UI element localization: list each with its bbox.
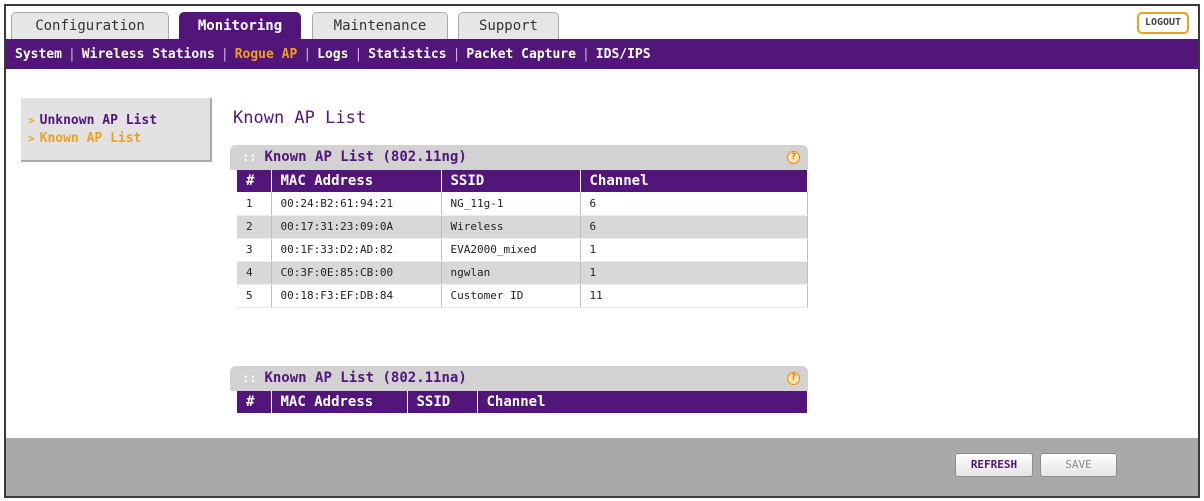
cell-index: 2 <box>237 215 272 239</box>
logout-button[interactable]: LOGOUT <box>1137 12 1189 34</box>
cell-mac: 00:24:B2:61:94:21 <box>271 192 442 216</box>
subnav-separator: | <box>452 46 461 62</box>
sub-nav-bar: System | Wireless Stations | Rogue AP | … <box>6 39 1198 69</box>
column-header-ssid: SSID <box>441 170 581 192</box>
app-frame: Configuration Monitoring Maintenance Sup… <box>4 4 1200 498</box>
subnav-wireless-stations[interactable]: Wireless Stations <box>82 47 215 62</box>
column-header-mac: MAC Address <box>271 391 408 413</box>
left-menu-unknown-ap-list[interactable]: > Unknown AP List <box>21 112 210 130</box>
chevron-right-icon: > <box>28 114 35 127</box>
refresh-button[interactable]: REFRESH <box>955 453 1033 477</box>
table-row[interactable]: 1 00:24:B2:61:94:21 NG_11g-1 6 <box>237 192 808 216</box>
cell-ssid: EVA2000_mixed <box>441 238 581 262</box>
column-header-index: # <box>237 170 272 192</box>
known-ap-table-ng: # MAC Address SSID Channel 1 00:24:B2:61… <box>237 170 808 308</box>
section-header-ng: :: Known AP List (802.11ng) ? <box>230 145 808 170</box>
subnav-logs[interactable]: Logs <box>317 47 348 62</box>
help-icon[interactable]: ? <box>787 372 800 385</box>
chevron-right-icon: > <box>28 132 35 145</box>
cell-index: 1 <box>237 192 272 216</box>
subnav-system[interactable]: System <box>15 47 62 62</box>
section-title-na: Known AP List (802.11na) <box>264 370 467 386</box>
table-header-row: # MAC Address SSID Channel <box>237 391 808 413</box>
cell-index: 5 <box>237 284 272 308</box>
left-menu-label: Known AP List <box>39 131 142 146</box>
help-icon[interactable]: ? <box>787 151 800 164</box>
left-menu: > Unknown AP List > Known AP List <box>21 98 212 162</box>
cell-channel: 11 <box>580 284 808 308</box>
cell-index: 4 <box>237 261 272 285</box>
cell-ssid: Customer ID <box>441 284 581 308</box>
section-title-ng: Known AP List (802.11ng) <box>264 149 467 165</box>
subnav-separator: | <box>220 46 229 62</box>
section-header-na: :: Known AP List (802.11na) ? <box>230 366 808 391</box>
subnav-separator: | <box>303 46 312 62</box>
column-header-channel: Channel <box>477 391 808 413</box>
subnav-packet-capture[interactable]: Packet Capture <box>466 47 576 62</box>
left-menu-known-ap-list[interactable]: > Known AP List <box>21 130 210 148</box>
table-header-row: # MAC Address SSID Channel <box>237 170 808 192</box>
tab-configuration[interactable]: Configuration <box>11 12 169 39</box>
drag-grip-icon: :: <box>242 150 257 164</box>
column-header-index: # <box>237 391 272 413</box>
subnav-rogue-ap[interactable]: Rogue AP <box>235 47 298 62</box>
subnav-separator: | <box>67 46 76 62</box>
column-header-mac: MAC Address <box>271 170 442 192</box>
column-header-ssid: SSID <box>407 391 478 413</box>
section-known-ap-na: :: Known AP List (802.11na) ? # MAC Addre… <box>230 366 808 413</box>
tab-support[interactable]: Support <box>458 12 559 39</box>
cell-mac: 00:18:F3:EF:DB:84 <box>271 284 442 308</box>
table-row[interactable]: 3 00:1F:33:D2:AD:82 EVA2000_mixed 1 <box>237 238 808 262</box>
tab-maintenance[interactable]: Maintenance <box>312 12 448 39</box>
table-row[interactable]: 5 00:18:F3:EF:DB:84 Customer ID 11 <box>237 284 808 308</box>
cell-channel: 6 <box>580 192 808 216</box>
save-button[interactable]: SAVE <box>1040 453 1117 477</box>
cell-index: 3 <box>237 238 272 262</box>
column-header-channel: Channel <box>580 170 808 192</box>
subnav-separator: | <box>581 46 590 62</box>
cell-channel: 1 <box>580 261 808 285</box>
top-tab-bar: Configuration Monitoring Maintenance Sup… <box>6 6 1198 39</box>
cell-ssid: Wireless <box>441 215 581 239</box>
cell-ssid: ngwlan <box>441 261 581 285</box>
known-ap-table-na: # MAC Address SSID Channel <box>237 391 808 413</box>
section-known-ap-ng: :: Known AP List (802.11ng) ? # MAC Addre… <box>230 145 808 308</box>
subnav-statistics[interactable]: Statistics <box>368 47 446 62</box>
drag-grip-icon: :: <box>242 371 257 385</box>
cell-mac: C0:3F:0E:85:CB:00 <box>271 261 442 285</box>
cell-mac: 00:17:31:23:09:0A <box>271 215 442 239</box>
left-menu-label: Unknown AP List <box>39 113 158 128</box>
cell-ssid: NG_11g-1 <box>441 192 581 216</box>
subnav-ids-ips[interactable]: IDS/IPS <box>596 47 651 62</box>
table-row[interactable]: 4 C0:3F:0E:85:CB:00 ngwlan 1 <box>237 261 808 285</box>
table-row[interactable]: 2 00:17:31:23:09:0A Wireless 6 <box>237 215 808 239</box>
cell-channel: 1 <box>580 238 808 262</box>
bottom-action-bar: REFRESH SAVE <box>6 438 1198 496</box>
tab-monitoring[interactable]: Monitoring <box>179 12 301 39</box>
cell-channel: 6 <box>580 215 808 239</box>
subnav-separator: | <box>354 46 363 62</box>
cell-mac: 00:1F:33:D2:AD:82 <box>271 238 442 262</box>
page-title: Known AP List <box>233 108 367 128</box>
